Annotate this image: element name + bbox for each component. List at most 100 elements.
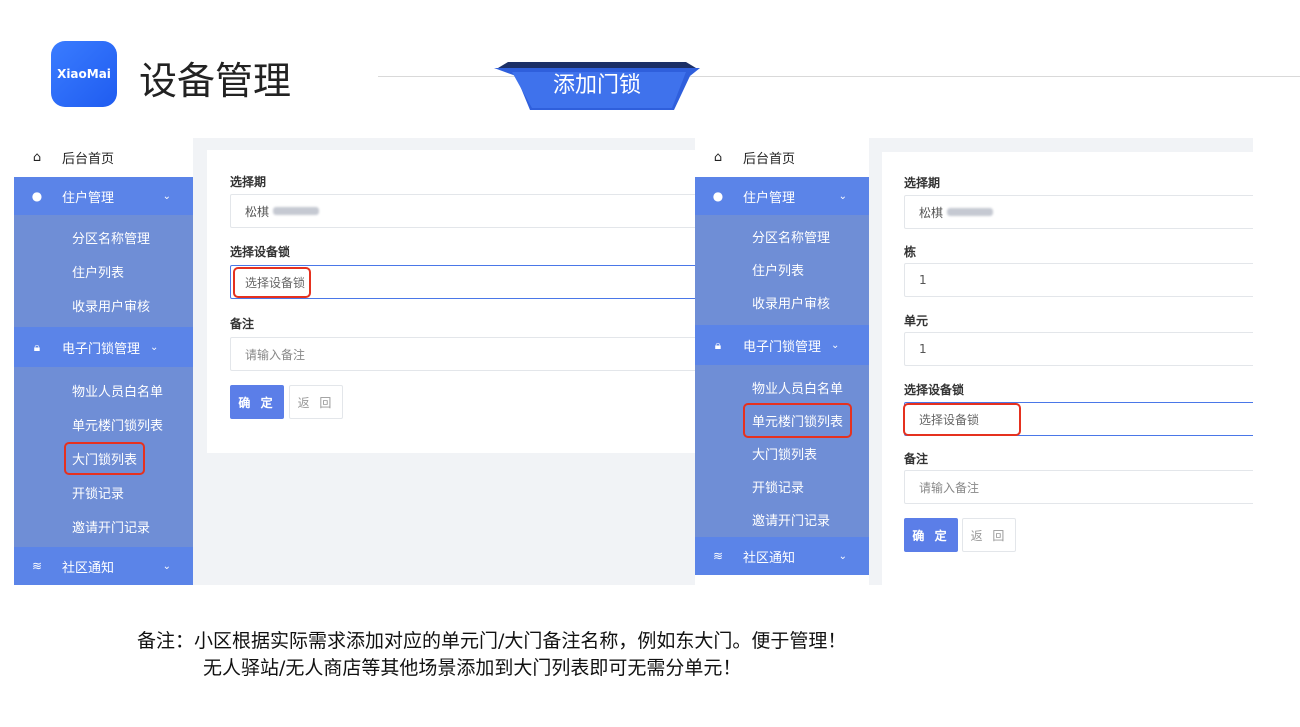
user-icon: ● bbox=[31, 189, 43, 203]
sidebar-item-label: 大门锁列表 bbox=[752, 448, 818, 463]
note-line-1: 备注：小区根据实际需求添加对应的单元门/大门备注名称，例如东大门。便于管理！ bbox=[137, 630, 847, 652]
period-select[interactable]: 松棋 bbox=[230, 194, 695, 228]
chevron-down-icon: ⌄ bbox=[162, 190, 171, 202]
period-value: 松棋 bbox=[919, 205, 944, 220]
right-sidebar: ⌂ 后台首页 ● 住户管理 ⌄ 分区名称管理 住户列表 收录用户审核 🔒︎ 电子… bbox=[695, 138, 869, 585]
sidebar-group-label: 电子门锁管理 bbox=[62, 341, 141, 357]
sidebar-submenu-door-locks: 物业人员白名单 单元楼门锁列表 大门锁列表 开锁记录 邀请开门记录 bbox=[695, 365, 869, 537]
sidebar-item-label: 开锁记录 bbox=[72, 486, 125, 502]
sidebar-item-user-review[interactable]: 收录用户审核 bbox=[695, 286, 869, 319]
building-value: 1 bbox=[919, 273, 927, 287]
sidebar-item-zone-names[interactable]: 分区名称管理 bbox=[695, 220, 869, 253]
sidebar-item-unit-lock-list[interactable]: 单元楼门锁列表 bbox=[695, 403, 869, 438]
period-value: 松棋 bbox=[245, 204, 270, 219]
chevron-down-icon: ⌄ bbox=[838, 550, 847, 562]
sidebar-item-label: 分区名称管理 bbox=[752, 231, 831, 246]
remark-input[interactable]: 请输入备注 bbox=[230, 337, 695, 371]
sidebar-item-user-review[interactable]: 收录用户审核 bbox=[14, 288, 193, 322]
sidebar-group-label: 电子门锁管理 bbox=[743, 339, 822, 355]
confirm-button[interactable]: 确 定 bbox=[230, 385, 284, 419]
note-line-2: 无人驿站/无人商店等其他场景添加到大门列表即可无需分单元！ bbox=[203, 657, 742, 679]
lock-placeholder: 选择设备锁 bbox=[902, 402, 1022, 436]
sidebar-item-label: 住户列表 bbox=[752, 264, 805, 279]
sidebar-item-resident-list[interactable]: 住户列表 bbox=[14, 254, 193, 288]
sidebar-item-label: 单元楼门锁列表 bbox=[742, 403, 853, 438]
sidebar-submenu-residents: 分区名称管理 住户列表 收录用户审核 bbox=[14, 215, 193, 327]
sidebar-group-label: 社区通知 bbox=[62, 560, 115, 576]
sidebar-group-door-locks[interactable]: 🔒︎ 电子门锁管理 ⌄ bbox=[695, 325, 869, 365]
sidebar-item-unlock-records[interactable]: 开锁记录 bbox=[695, 470, 869, 503]
sidebar-group-label: 住户管理 bbox=[62, 190, 115, 206]
unit-label: 单元 bbox=[904, 314, 929, 328]
sidebar-item-staff-whitelist[interactable]: 物业人员白名单 bbox=[695, 371, 869, 404]
sidebar-item-label: 后台首页 bbox=[743, 152, 796, 167]
sidebar-group-residents[interactable]: ● 住户管理 ⌄ bbox=[14, 177, 193, 215]
period-label: 选择期 bbox=[904, 176, 941, 190]
sidebar-item-zone-names[interactable]: 分区名称管理 bbox=[14, 220, 193, 254]
sidebar-item-unlock-records[interactable]: 开锁记录 bbox=[14, 475, 193, 509]
remark-label: 备注 bbox=[904, 452, 929, 466]
sidebar-submenu-door-locks: 物业人员白名单 单元楼门锁列表 大门锁列表 开锁记录 邀请开门记录 bbox=[14, 367, 193, 547]
left-form-card: 选择期 松棋 选择设备锁 选择设备锁 备注 请输入备注 确 定 返 回 bbox=[207, 150, 695, 453]
sidebar-item-home[interactable]: ⌂ 后台首页 bbox=[695, 138, 869, 177]
confirm-button[interactable]: 确 定 bbox=[904, 518, 958, 552]
lock-icon: 🔒︎ bbox=[714, 337, 722, 352]
chevron-down-icon: ⌄ bbox=[831, 339, 840, 351]
sidebar-submenu-residents: 分区名称管理 住户列表 收录用户审核 bbox=[695, 215, 869, 325]
sidebar-item-label: 分区名称管理 bbox=[72, 231, 151, 247]
left-screenshot: ⌂ 后台首页 ● 住户管理 ⌄ 分区名称管理 住户列表 收录用户审核 🔒︎ 电子… bbox=[14, 138, 695, 585]
sidebar-item-gate-lock-list[interactable]: 大门锁列表 bbox=[695, 437, 869, 470]
back-button[interactable]: 返 回 bbox=[289, 385, 343, 419]
sidebar-item-invite-records[interactable]: 邀请开门记录 bbox=[695, 503, 869, 536]
sidebar-item-resident-list[interactable]: 住户列表 bbox=[695, 253, 869, 286]
page-title: 设备管理 bbox=[139, 59, 292, 103]
sidebar-item-label: 收录用户审核 bbox=[72, 299, 151, 315]
user-icon: ● bbox=[712, 189, 724, 203]
back-button[interactable]: 返 回 bbox=[962, 518, 1016, 552]
sidebar-item-label: 邀请开门记录 bbox=[752, 514, 831, 529]
sidebar-item-staff-whitelist[interactable]: 物业人员白名单 bbox=[14, 373, 193, 407]
sidebar-item-home[interactable]: ⌂ 后台首页 bbox=[14, 138, 193, 177]
sidebar-item-unit-lock-list[interactable]: 单元楼门锁列表 bbox=[14, 407, 193, 441]
section-banner: 添加门锁 bbox=[494, 62, 700, 112]
sidebar-item-label: 大门锁列表 bbox=[63, 441, 146, 475]
remark-placeholder: 请输入备注 bbox=[919, 480, 980, 495]
right-form-card: 选择期 松棋 栋 1 单元 1 选择设备锁 选择设备锁 备注 请输入备注 确 定… bbox=[882, 152, 1253, 585]
building-input[interactable]: 1 bbox=[904, 263, 1253, 297]
sidebar-group-residents[interactable]: ● 住户管理 ⌄ bbox=[695, 177, 869, 215]
lock-icon: 🔒︎ bbox=[33, 339, 41, 354]
sidebar-group-label: 社区通知 bbox=[743, 550, 796, 566]
sidebar-item-invite-records[interactable]: 邀请开门记录 bbox=[14, 509, 193, 543]
lock-select[interactable]: 选择设备锁 bbox=[902, 402, 1253, 436]
sidebar-item-gate-lock-list[interactable]: 大门锁列表 bbox=[14, 441, 193, 475]
chevron-down-icon: ⌄ bbox=[150, 341, 159, 353]
wifi-icon: ≋ bbox=[31, 559, 43, 573]
sidebar-group-notices[interactable]: ≋ 社区通知 ⌄ bbox=[14, 547, 193, 585]
left-sidebar: ⌂ 后台首页 ● 住户管理 ⌄ 分区名称管理 住户列表 收录用户审核 🔒︎ 电子… bbox=[14, 138, 193, 585]
period-label: 选择期 bbox=[230, 175, 267, 189]
unit-input[interactable]: 1 bbox=[904, 332, 1253, 366]
chevron-down-icon: ⌄ bbox=[838, 190, 847, 202]
redacted-text bbox=[947, 208, 994, 216]
chevron-down-icon: ⌄ bbox=[162, 560, 171, 572]
sidebar-item-label: 物业人员白名单 bbox=[72, 384, 164, 400]
lock-label: 选择设备锁 bbox=[230, 245, 291, 259]
lock-label: 选择设备锁 bbox=[904, 383, 965, 397]
redacted-text bbox=[273, 207, 320, 215]
home-icon: ⌂ bbox=[32, 150, 42, 165]
period-select[interactable]: 松棋 bbox=[904, 195, 1253, 229]
unit-value: 1 bbox=[919, 342, 927, 356]
lock-placeholder: 选择设备锁 bbox=[232, 266, 312, 298]
sidebar-group-label: 住户管理 bbox=[743, 190, 796, 206]
sidebar-item-label: 住户列表 bbox=[72, 265, 125, 281]
home-icon: ⌂ bbox=[713, 150, 723, 165]
lock-select[interactable]: 选择设备锁 bbox=[230, 265, 695, 299]
remark-input[interactable]: 请输入备注 bbox=[904, 470, 1253, 504]
sidebar-group-door-locks[interactable]: 🔒︎ 电子门锁管理 ⌄ bbox=[14, 327, 193, 367]
logo-text: XiaoMai bbox=[57, 67, 111, 81]
remark-label: 备注 bbox=[230, 317, 255, 331]
app-logo: XiaoMai bbox=[51, 41, 117, 107]
wifi-icon: ≋ bbox=[712, 549, 724, 563]
sidebar-group-notices[interactable]: ≋ 社区通知 ⌄ bbox=[695, 537, 869, 575]
sidebar-item-label: 开锁记录 bbox=[752, 481, 805, 496]
